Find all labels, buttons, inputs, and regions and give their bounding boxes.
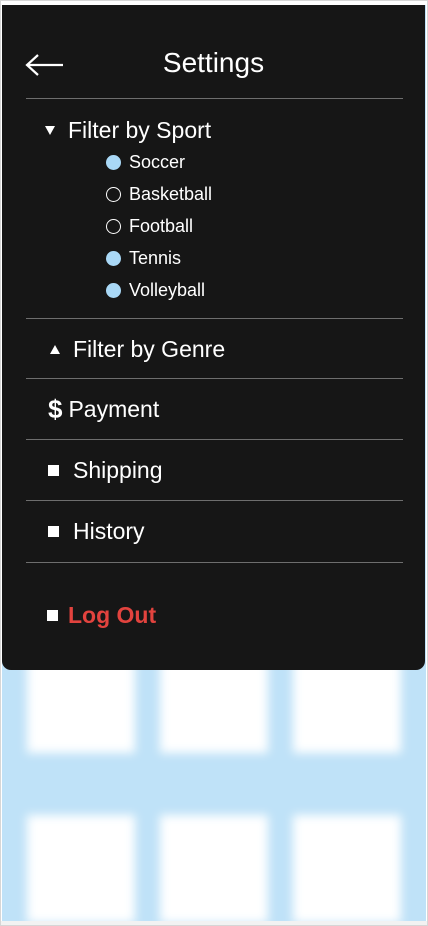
grid-tile (160, 815, 268, 921)
menu-item-shipping[interactable]: Shipping (48, 456, 163, 484)
square-icon (48, 464, 59, 476)
dollar-icon: $ (48, 394, 63, 424)
square-icon (48, 525, 59, 537)
settings-panel: Settings Filter by Sport Soccer Basketba… (2, 5, 425, 670)
filter-sport-toggle[interactable]: Filter by Sport (45, 116, 211, 144)
sport-option-tennis[interactable]: Tennis (106, 247, 181, 269)
sport-option-label: Volleyball (129, 280, 206, 300)
sport-option-label: Basketball (129, 184, 213, 204)
logout-button[interactable]: Log Out (47, 601, 156, 629)
radio-selected-icon (106, 282, 121, 298)
sport-option-basketball[interactable]: Basketball (106, 183, 212, 205)
filter-genre-label: Filter by Genre (73, 336, 226, 362)
divider (26, 378, 403, 379)
filter-genre-toggle[interactable]: Filter by Genre (50, 335, 225, 363)
divider (26, 98, 403, 99)
triangle-up-icon (50, 344, 60, 354)
menu-item-payment[interactable]: $ Payment (48, 395, 159, 423)
sport-option-volleyball[interactable]: Volleyball (106, 279, 205, 301)
grid-tile (293, 815, 401, 921)
bottom-bar (1, 921, 427, 925)
filter-sport-label: Filter by Sport (68, 117, 212, 143)
sport-option-soccer[interactable]: Soccer (106, 151, 185, 173)
menu-item-label: Payment (68, 396, 160, 422)
radio-selected-icon (106, 154, 121, 170)
radio-unselected-icon (106, 218, 121, 234)
menu-item-label: Shipping (73, 457, 163, 483)
sport-option-football[interactable]: Football (106, 215, 193, 237)
square-icon (47, 609, 58, 621)
divider (26, 439, 403, 440)
sport-option-label: Football (129, 216, 194, 236)
sport-option-label: Soccer (129, 152, 186, 172)
radio-unselected-icon (106, 186, 121, 202)
triangle-down-icon (45, 125, 55, 135)
menu-item-label: History (73, 518, 145, 544)
sport-option-label: Tennis (129, 248, 182, 268)
logout-label: Log Out (68, 602, 157, 628)
app-screen: Settings Filter by Sport Soccer Basketba… (0, 0, 428, 926)
grid-tile (27, 815, 135, 921)
divider (26, 318, 403, 319)
menu-item-history[interactable]: History (48, 517, 145, 545)
page-title: Settings (162, 47, 265, 78)
radio-selected-icon (106, 250, 121, 266)
divider (26, 500, 403, 501)
divider (26, 562, 403, 563)
